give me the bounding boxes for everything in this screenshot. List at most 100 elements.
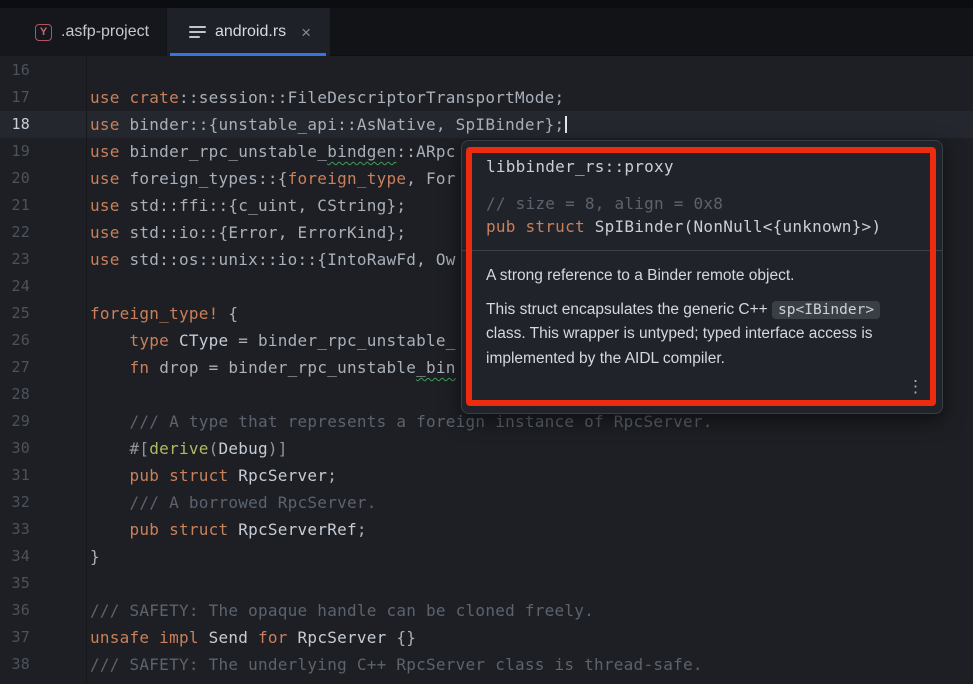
code-token: ; — [357, 520, 367, 539]
code-token — [90, 331, 130, 350]
line-number: 19 — [0, 138, 30, 165]
code-text: #[derive(Debug)] — [90, 435, 288, 462]
code-token: derive — [149, 439, 208, 458]
code-line[interactable]: 32 /// A borrowed RpcServer. — [0, 489, 973, 516]
code-token: )] — [268, 439, 288, 458]
yaml-file-icon: Y — [35, 24, 52, 41]
code-token — [90, 466, 130, 485]
code-text: use std::io::{Error, ErrorKind}; — [90, 219, 406, 246]
tab-project[interactable]: Y .asfp-project — [0, 8, 166, 56]
code-token: Debug — [218, 439, 267, 458]
code-line[interactable]: 38 /// SAFETY: The underlying C++ RpcServ… — [0, 651, 973, 678]
code-token: binder_rpc_unstable_ — [130, 142, 328, 161]
code-text: /// A borrowed RpcServer. — [90, 489, 377, 516]
tab-android-rs-label: android.rs — [215, 23, 286, 41]
doc-inline-code-chip: sp<IBinder> — [772, 301, 880, 319]
line-number: 26 — [0, 327, 30, 354]
ide-window: Y .asfp-project android.rs × 1617 use cra… — [0, 0, 973, 684]
code-text: foreign_type! { — [90, 300, 238, 327]
code-token: } — [90, 547, 100, 566]
line-number: 22 — [0, 219, 30, 246]
code-token: unsafe impl — [90, 628, 209, 647]
code-text: fn drop = binder_rpc_unstable_bin — [90, 354, 456, 381]
code-token: _bin — [416, 358, 456, 377]
line-number: 18 — [0, 111, 30, 138]
text-cursor — [565, 116, 567, 133]
code-token: foreign_type! — [90, 304, 218, 323]
code-editor[interactable]: 1617 use crate::session::FileDescriptorTr… — [0, 56, 973, 684]
code-token: crate — [130, 88, 179, 107]
line-number: 17 — [0, 84, 30, 111]
code-line[interactable]: 17 use crate::session::FileDescriptorTran… — [0, 84, 973, 111]
code-text: pub struct RpcServerRef; — [90, 516, 367, 543]
code-line[interactable]: 31 pub struct RpcServer; — [0, 462, 973, 489]
code-line[interactable]: 37 unsafe impl Send for RpcServer {} — [0, 624, 973, 651]
code-text: use binder::{unstable_api::AsNative, SpI… — [90, 111, 567, 138]
code-token: pub struct — [130, 520, 239, 539]
line-number: 27 — [0, 354, 30, 381]
code-line[interactable]: 34} — [0, 543, 973, 570]
code-line[interactable]: 16 — [0, 57, 973, 84]
code-text: pub struct RpcServer; — [90, 462, 337, 489]
code-text: use std::ffi::{c_uint, CString}; — [90, 192, 406, 219]
close-tab-icon[interactable]: × — [301, 24, 311, 41]
code-token — [90, 439, 130, 458]
tab-bar: Y .asfp-project android.rs × — [0, 8, 973, 56]
line-number: 33 — [0, 516, 30, 543]
more-options-icon[interactable]: ⋮ — [907, 378, 924, 395]
line-number: 37 — [0, 624, 30, 651]
line-number: 36 — [0, 597, 30, 624]
line-number: 30 — [0, 435, 30, 462]
doc-signature-keyword: pub struct — [486, 217, 595, 236]
doc-text: class. This wrapper is untyped; typed in… — [486, 325, 873, 367]
code-text: use binder_rpc_unstable_bindgen::ARpc — [90, 138, 456, 165]
code-line[interactable]: 35 — [0, 570, 973, 597]
code-token: use — [90, 250, 130, 269]
code-line[interactable]: 18 use binder::{unstable_api::AsNative, S… — [0, 111, 973, 138]
line-number: 20 — [0, 165, 30, 192]
doc-size-comment: // size = 8, align = 0x8 — [486, 192, 918, 215]
code-line[interactable]: 36 /// SAFETY: The opaque handle can be c… — [0, 597, 973, 624]
code-token: /// A type that represents a foreign ins… — [90, 412, 713, 431]
tab-android-rs[interactable]: android.rs × — [167, 8, 330, 56]
code-text: /// SAFETY: The opaque handle can be clo… — [90, 597, 594, 624]
code-line[interactable]: 30 #[derive(Debug)] — [0, 435, 973, 462]
code-text: /// SAFETY: The underlying C++ RpcServer… — [90, 651, 703, 678]
code-token: pub struct — [130, 466, 239, 485]
code-line[interactable]: 33 pub struct RpcServerRef; — [0, 516, 973, 543]
line-number: 16 — [0, 57, 30, 84]
code-token: std::os::unix::io::{IntoRawFd, Ow — [130, 250, 456, 269]
doc-module-path: libbinder_rs::proxy — [486, 157, 918, 177]
code-text: unsafe impl Send for RpcServer {} — [90, 624, 416, 651]
line-number: 31 — [0, 462, 30, 489]
doc-hover-popup: libbinder_rs::proxy // size = 8, align =… — [461, 140, 943, 414]
code-token: ( — [209, 439, 219, 458]
list-lines-icon — [189, 26, 206, 39]
code-token: RpcServerRef — [238, 520, 357, 539]
doc-paragraph: A strong reference to a Binder remote ob… — [486, 264, 920, 289]
code-token: for — [248, 628, 297, 647]
line-number: 38 — [0, 651, 30, 678]
code-token — [90, 358, 130, 377]
line-number: 24 — [0, 273, 30, 300]
code-token: use — [90, 142, 130, 161]
code-token: RpcServer — [238, 466, 327, 485]
doc-signature-rest: SpIBinder(NonNull<{unknown}>) — [595, 217, 882, 236]
code-token: use — [90, 115, 130, 134]
line-number: 32 — [0, 489, 30, 516]
line-number: 23 — [0, 246, 30, 273]
code-token: bindgen — [327, 142, 396, 161]
code-token: RpcServer — [298, 628, 387, 647]
line-number: 34 — [0, 543, 30, 570]
doc-signature: pub struct SpIBinder(NonNull<{unknown}>) — [486, 215, 918, 238]
code-token: , For — [406, 169, 455, 188]
code-token: use — [90, 223, 130, 242]
code-text: use crate::session::FileDescriptorTransp… — [90, 84, 564, 111]
code-token: type — [130, 331, 179, 350]
code-token: {} — [387, 628, 417, 647]
code-text: use std::os::unix::io::{IntoRawFd, Ow — [90, 246, 456, 273]
gutter-separator — [86, 56, 87, 684]
code-token: std::ffi::{c_uint, CString}; — [130, 196, 407, 215]
doc-body: A strong reference to a Binder remote ob… — [462, 251, 942, 371]
code-token: fn — [130, 358, 160, 377]
